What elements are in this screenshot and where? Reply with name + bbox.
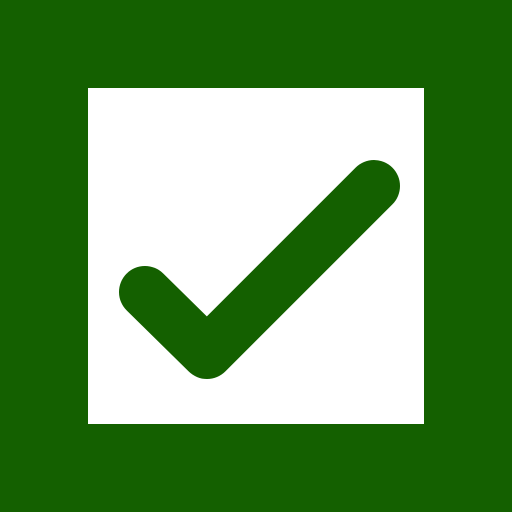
checkmark-stroke: [119, 160, 400, 379]
checkmark-icon: [119, 160, 400, 379]
app-icon: [0, 0, 512, 512]
